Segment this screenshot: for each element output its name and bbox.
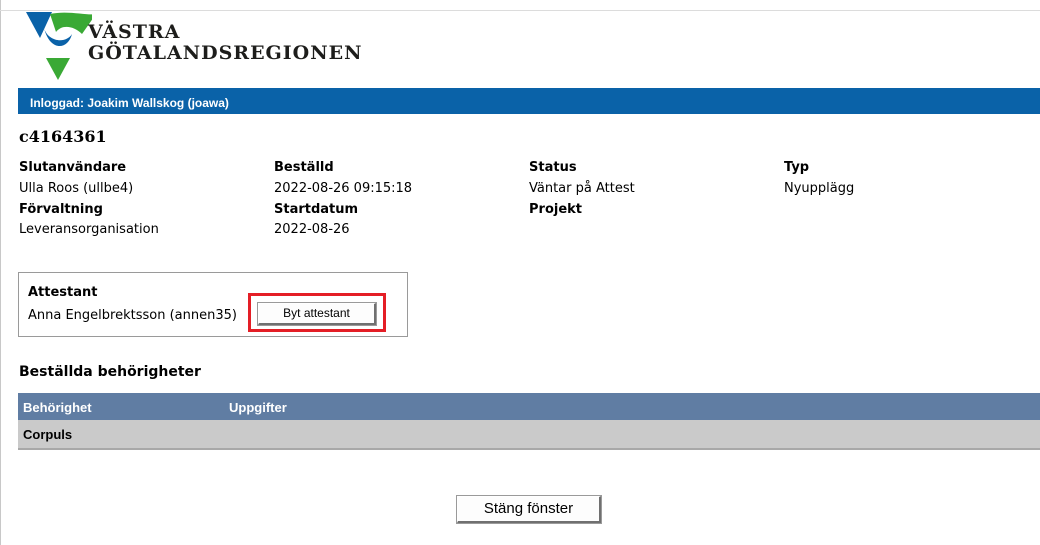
table-row: Corpuls <box>18 420 1040 450</box>
slutanvandare-label: Slutanvändare <box>19 160 127 175</box>
status-label: Status <box>529 160 577 175</box>
vgr-logo: VÄSTRA GÖTALANDSREGIONEN <box>22 12 362 82</box>
top-divider <box>0 10 1040 11</box>
status-value: Väntar på Attest <box>529 181 635 196</box>
column-header-behorighet: Behörighet <box>23 400 92 415</box>
projekt-label: Projekt <box>529 202 583 217</box>
order-id: c4164361 <box>19 127 107 146</box>
permission-name: Corpuls <box>23 427 73 442</box>
change-attestant-button[interactable]: Byt attestant <box>258 303 376 325</box>
logo-line-1: VÄSTRA <box>88 21 181 43</box>
startdatum-label: Startdatum <box>274 202 359 217</box>
bestalld-label: Beställd <box>274 160 334 175</box>
forvaltning-label: Förvaltning <box>19 202 103 217</box>
attestant-name: Anna Engelbrektsson (annen35) <box>28 308 237 323</box>
slutanvandare-value: Ulla Roos (ullbe4) <box>19 181 134 196</box>
attestant-title: Attestant <box>28 285 98 300</box>
window-left-border <box>0 0 1 545</box>
permissions-table: Behörighet Uppgifter Corpuls <box>18 393 1040 450</box>
bestalld-value: 2022-08-26 09:15:18 <box>274 181 413 196</box>
typ-label: Typ <box>784 160 810 175</box>
attestant-panel: Attestant Anna Engelbrektsson (annen35) … <box>18 272 408 337</box>
startdatum-value: 2022-08-26 <box>274 222 350 237</box>
table-header: Behörighet Uppgifter <box>18 393 1040 420</box>
column-header-uppgifter: Uppgifter <box>229 400 287 415</box>
login-bar: Inloggad: Joakim Wallskog (joawa) <box>18 88 1040 114</box>
close-window-button[interactable]: Stäng fönster <box>457 496 601 523</box>
vgr-logo-mark-icon <box>26 12 92 80</box>
logo-line-2: GÖTALANDSREGIONEN <box>88 42 363 64</box>
ordered-permissions-title: Beställda behörigheter <box>19 364 201 380</box>
logo-text: VÄSTRA GÖTALANDSREGIONEN <box>88 22 362 64</box>
typ-value: Nyupplägg <box>784 181 855 196</box>
forvaltning-value: Leveransorganisation <box>19 222 159 237</box>
logged-in-user: Inloggad: Joakim Wallskog (joawa) <box>30 96 229 110</box>
